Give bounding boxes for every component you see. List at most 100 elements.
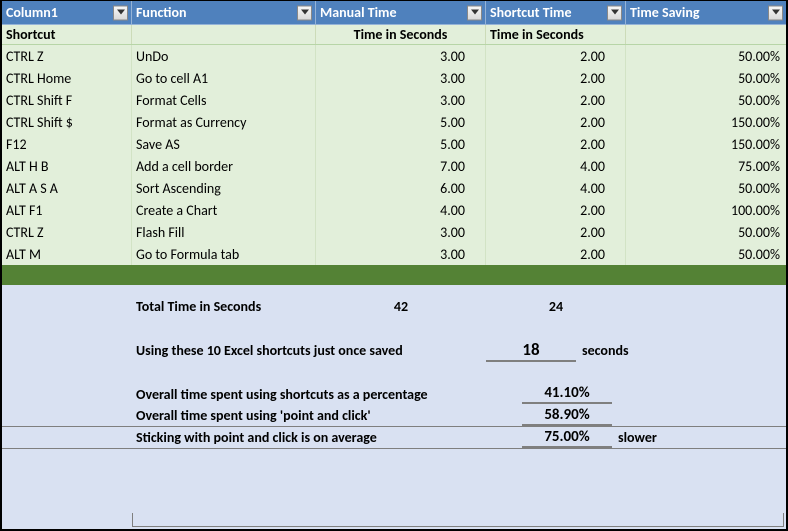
cell-shortcut: ALT F1: [2, 199, 132, 221]
header-label: Shortcut Time: [490, 4, 572, 21]
cell-function: Format Cells: [132, 89, 316, 111]
data-body: CTRL ZUnDo3.002.0050.00%CTRL HomeGo to c…: [2, 45, 786, 265]
header-label: Column1: [6, 4, 58, 21]
table-row: CTRL HomeGo to cell A13.002.0050.00%: [2, 67, 786, 89]
pointclick-pct-value: 58.90%: [522, 406, 612, 426]
header-label: Time Saving: [630, 4, 700, 21]
header-manual-time[interactable]: Manual Time: [316, 1, 486, 24]
cell-function: Add a cell border: [132, 155, 316, 177]
cell-saving: 150.00%: [626, 133, 786, 155]
total-row: Total Time in Seconds 42 24: [2, 295, 786, 317]
header-row: Column1 Function Manual Time Shortcut Ti…: [2, 1, 786, 25]
cell-manual: 3.00: [316, 243, 486, 265]
cell-saving: 50.00%: [626, 221, 786, 243]
total-manual: 42: [316, 298, 486, 315]
slower-unit: slower: [612, 429, 772, 446]
cell-function: UnDo: [132, 45, 316, 67]
cell-saving: 50.00%: [626, 89, 786, 111]
table-row: ALT A S ASort Ascending6.004.0050.00%: [2, 177, 786, 199]
cell-shortcut: ALT M: [2, 243, 132, 265]
cell-manual: 5.00: [316, 133, 486, 155]
cell-function: Save AS: [132, 133, 316, 155]
cell-function: Sort Ascending: [132, 177, 316, 199]
cell-manual: 3.00: [316, 45, 486, 67]
table-row: F12Save AS5.002.00150.00%: [2, 133, 786, 155]
subheader-shortcut-time: Time in Seconds: [486, 25, 626, 44]
cell-shortcut: F12: [2, 133, 132, 155]
pointclick-pct-row: Overall time spent using 'point and clic…: [2, 405, 786, 427]
table-row: CTRL ZUnDo3.002.0050.00%: [2, 45, 786, 67]
header-label: Manual Time: [320, 4, 397, 21]
cell-function: Create a Chart: [132, 199, 316, 221]
cell-shortcut-time: 2.00: [486, 133, 626, 155]
cell-shortcut-time: 2.00: [486, 45, 626, 67]
cell-manual: 4.00: [316, 199, 486, 221]
cell-shortcut: CTRL Shift F: [2, 89, 132, 111]
cell-function: Go to cell A1: [132, 67, 316, 89]
cell-shortcut-time: 2.00: [486, 89, 626, 111]
cell-saving: 75.00%: [626, 155, 786, 177]
subheader-shortcut: Shortcut: [2, 25, 132, 44]
header-function[interactable]: Function: [132, 1, 316, 24]
total-shortcut: 24: [486, 298, 626, 315]
cell-function: Go to Formula tab: [132, 243, 316, 265]
table-row: ALT H BAdd a cell border7.004.0075.00%: [2, 155, 786, 177]
cell-shortcut-time: 2.00: [486, 221, 626, 243]
cell-shortcut: CTRL Z: [2, 221, 132, 243]
cell-manual: 3.00: [316, 89, 486, 111]
spreadsheet-table: Column1 Function Manual Time Shortcut Ti…: [0, 0, 788, 531]
cell-shortcut: CTRL Shift $: [2, 111, 132, 133]
subheader-row: Shortcut Time in Seconds Time in Seconds: [2, 25, 786, 45]
cell-manual: 5.00: [316, 111, 486, 133]
table-row: CTRL Shift FFormat Cells3.002.0050.00%: [2, 89, 786, 111]
filter-dropdown-icon[interactable]: [113, 5, 128, 20]
cell-shortcut-time: 4.00: [486, 177, 626, 199]
cell-shortcut-time: 2.00: [486, 67, 626, 89]
cell-manual: 7.00: [316, 155, 486, 177]
cell-saving: 50.00%: [626, 45, 786, 67]
cell-manual: 6.00: [316, 177, 486, 199]
cell-saving: 50.00%: [626, 67, 786, 89]
table-row: ALT MGo to Formula tab3.002.0050.00%: [2, 243, 786, 265]
subheader-empty: [132, 25, 316, 44]
cell-saving: 150.00%: [626, 111, 786, 133]
cell-shortcut: CTRL Home: [2, 67, 132, 89]
header-shortcut-time[interactable]: Shortcut Time: [486, 1, 626, 24]
separator-band: [2, 265, 786, 285]
cell-manual: 3.00: [316, 67, 486, 89]
table-row: ALT F1Create a Chart4.002.00100.00%: [2, 199, 786, 221]
cell-saving: 50.00%: [626, 177, 786, 199]
slower-row: Sticking with point and click is on aver…: [2, 427, 786, 449]
bottom-outline: [132, 513, 784, 527]
filter-dropdown-icon[interactable]: [768, 5, 783, 20]
shortcuts-pct-value: 41.10%: [522, 384, 612, 404]
summary-section: Total Time in Seconds 42 24 Using these …: [2, 285, 786, 529]
subheader-empty2: [626, 25, 786, 44]
saved-unit: seconds: [576, 342, 736, 359]
table-row: CTRL Shift $Format as Currency5.002.0015…: [2, 111, 786, 133]
cell-manual: 3.00: [316, 221, 486, 243]
pointclick-pct-label: Overall time spent using 'point and clic…: [132, 407, 522, 424]
cell-shortcut: ALT H B: [2, 155, 132, 177]
slower-label: Sticking with point and click is on aver…: [132, 429, 522, 446]
header-time-saving[interactable]: Time Saving: [626, 1, 786, 24]
header-label: Function: [136, 4, 187, 21]
saved-value: 18: [486, 339, 576, 362]
cell-shortcut-time: 2.00: [486, 243, 626, 265]
cell-shortcut-time: 4.00: [486, 155, 626, 177]
filter-dropdown-icon[interactable]: [467, 5, 482, 20]
filter-dropdown-icon[interactable]: [297, 5, 312, 20]
cell-function: Format as Currency: [132, 111, 316, 133]
cell-function: Flash Fill: [132, 221, 316, 243]
cell-shortcut-time: 2.00: [486, 199, 626, 221]
cell-shortcut-time: 2.00: [486, 111, 626, 133]
total-label: Total Time in Seconds: [132, 298, 316, 315]
cell-saving: 50.00%: [626, 243, 786, 265]
cell-shortcut: CTRL Z: [2, 45, 132, 67]
subheader-manual: Time in Seconds: [316, 25, 486, 44]
slower-value: 75.00%: [522, 428, 612, 448]
header-column1[interactable]: Column1: [2, 1, 132, 24]
filter-dropdown-icon[interactable]: [607, 5, 622, 20]
shortcuts-pct-row: Overall time spent using shortcuts as a …: [2, 383, 786, 405]
saved-label: Using these 10 Excel shortcuts just once…: [132, 342, 486, 359]
